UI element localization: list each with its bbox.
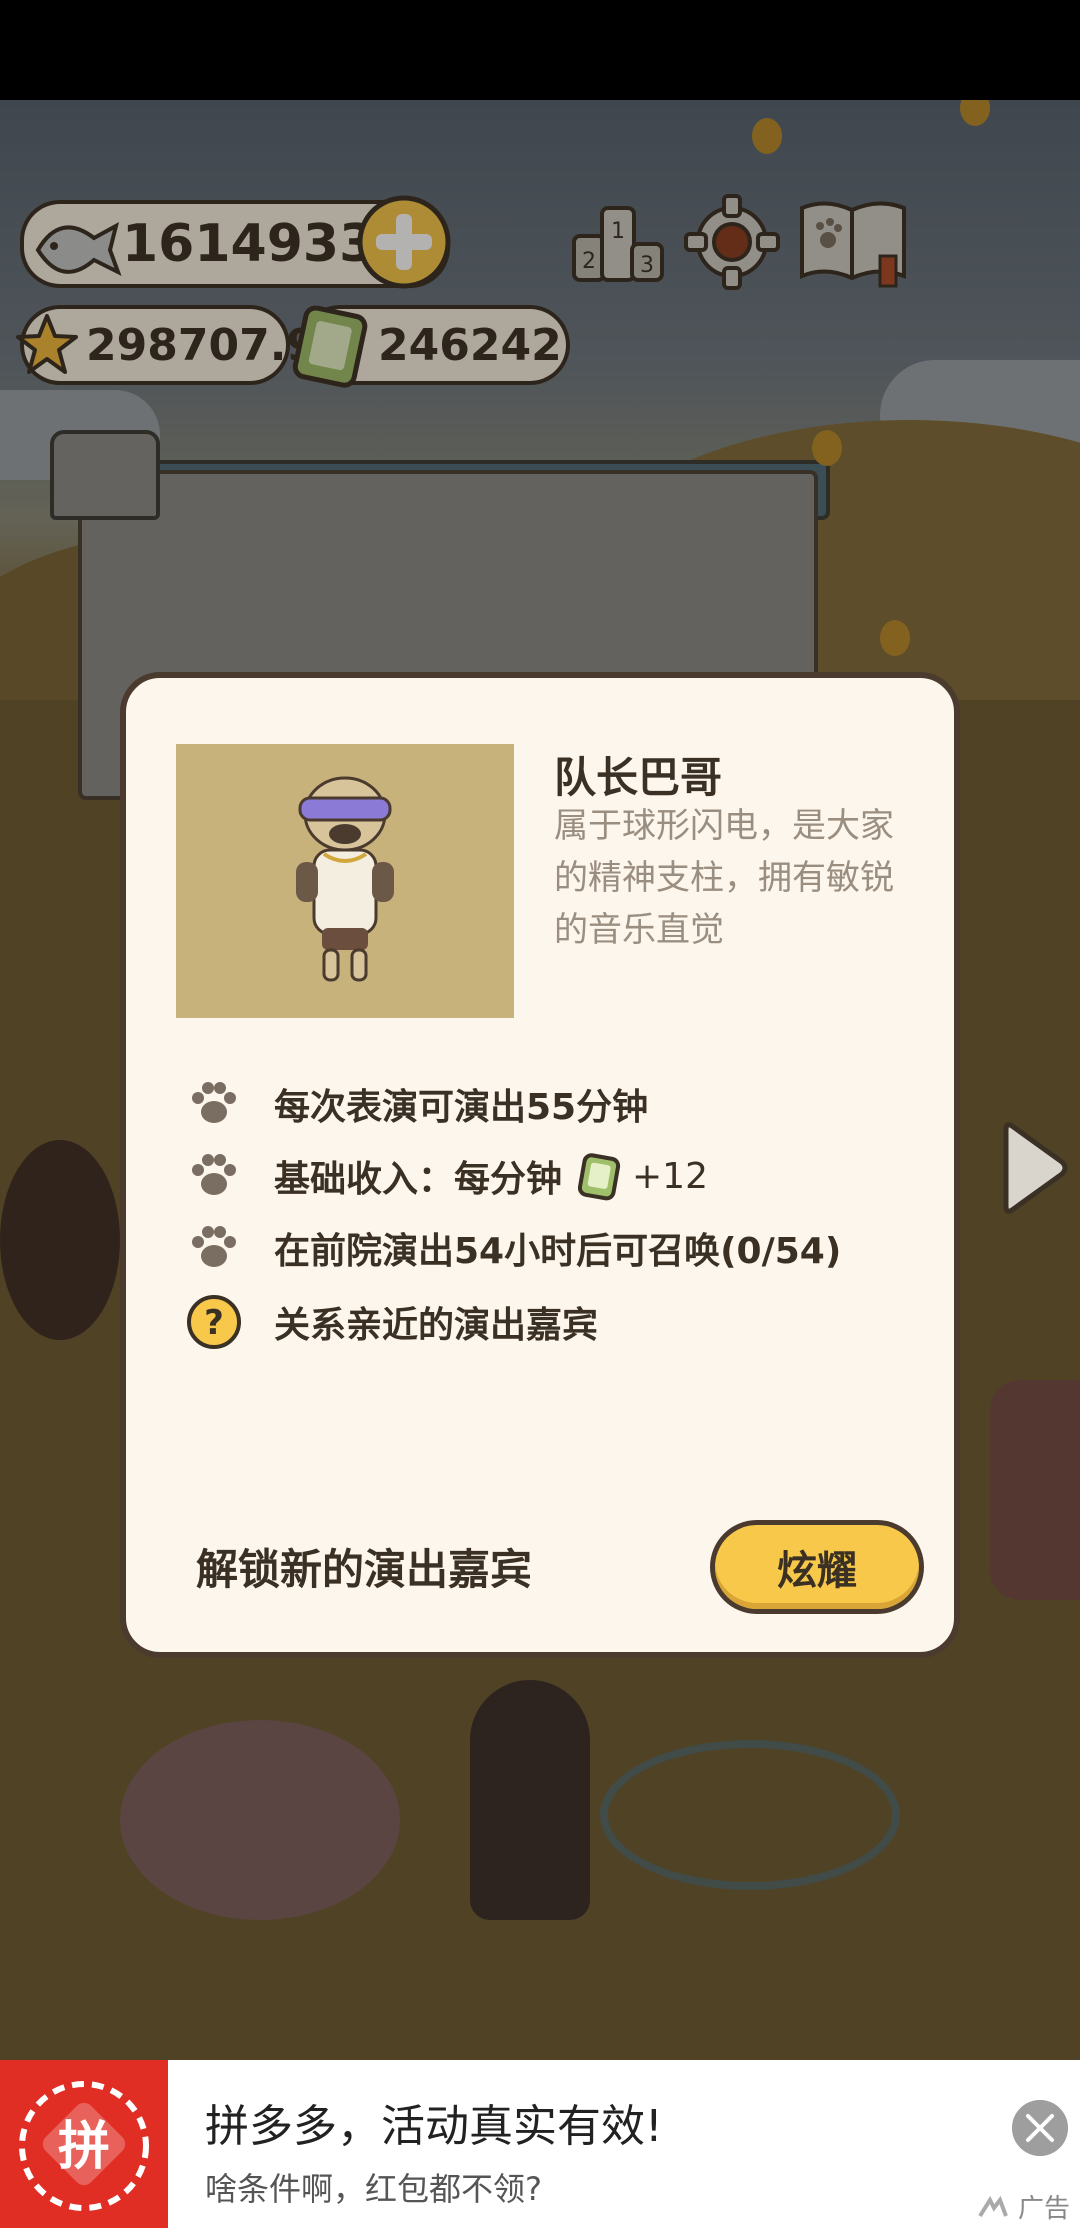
character-name: 队长巴哥 [554,753,723,802]
info-row-related-guests[interactable]: ? 关系亲近的演出嘉宾 [186,1294,598,1350]
ad-source-icon [978,2196,1008,2218]
info-text: 每次表演可演出55分钟 [274,1087,649,1128]
ad-title[interactable]: 拼多多，活动真实有效! [205,2090,663,2154]
income-value: +12 [632,1155,708,1197]
info-row-summon: 在前院演出54小时后可召唤(0/54) [186,1220,841,1276]
phone-icon [578,1153,621,1201]
svg-text:?: ? [204,1303,224,1343]
info-row-duration: 每次表演可演出55分钟 [186,1076,648,1132]
close-icon[interactable] [1012,2100,1068,2156]
paw-icon [192,1154,236,1195]
character-description: 属于球形闪电，是大家的精神支柱，拥有敏锐的音乐直觉 [554,806,894,950]
ad-banner[interactable]: 拼 拼多多，活动真实有效! 啥条件啊，红包都不领? 广告 [0,2060,1080,2228]
show-off-button[interactable]: 炫耀 [710,1520,924,1614]
info-text: 在前院演出54小时后可召唤(0/54) [274,1231,842,1272]
pinduoduo-logo-graphic: 拼 [0,2060,168,2228]
unlock-guest-label: 解锁新的演出嘉宾 [196,1545,533,1594]
info-text: 关系亲近的演出嘉宾 [274,1305,599,1346]
ad-subtitle[interactable]: 啥条件啊，红包都不领? [205,2164,542,2210]
pinduoduo-logo[interactable]: 拼 [0,2060,168,2228]
info-row-income: 基础收入：每分钟 +12 [186,1148,708,1204]
paw-icon [192,1082,236,1123]
info-text: 基础收入：每分钟 [274,1159,563,1200]
character-portrait [176,744,514,1018]
ad-label: 广告 [1018,2194,1071,2224]
show-off-button-label: 炫耀 [715,1525,919,1609]
paw-icon [192,1226,236,1267]
guest-info-dialog: 队长巴哥 属于球形闪电，是大家的精神支柱，拥有敏锐的音乐直觉 每次表演可演出55… [120,672,960,1658]
logo-text: 拼 [58,2117,110,2177]
pug-character-image [296,776,394,982]
chevron-right-icon[interactable] [1000,1118,1070,1218]
question-icon[interactable]: ? [186,1294,242,1350]
status-bar [0,0,1080,100]
